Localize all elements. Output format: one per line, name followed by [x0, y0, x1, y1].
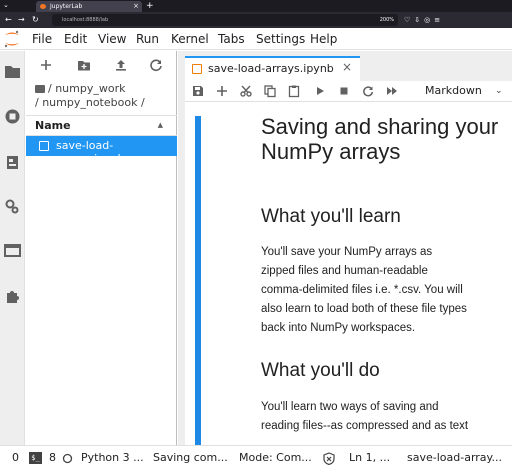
- chevron-down-icon[interactable]: ⌄: [495, 83, 503, 99]
- url-text: localhost:8888/lab: [62, 17, 109, 23]
- new-tab-button[interactable]: +: [146, 0, 154, 12]
- notebook-tab[interactable]: save-load-arrays.ipynb ×: [185, 56, 360, 81]
- home-folder-icon[interactable]: [35, 85, 45, 93]
- reload-icon[interactable]: ↻: [32, 14, 39, 26]
- notebook-toolbar: Markdown ⌄: [185, 81, 512, 102]
- breadcrumb-numpy-work[interactable]: / numpy_work: [48, 82, 125, 95]
- notebook-mode[interactable]: Mode: Com...: [239, 451, 312, 465]
- copy-icon[interactable]: [263, 84, 277, 98]
- cursor-position[interactable]: Ln 1, ...: [349, 451, 390, 465]
- paragraph-what-youll-learn: You'll save your NumPy arrays as zipped …: [261, 246, 467, 334]
- status-filename: save-load-array...: [407, 451, 502, 464]
- stop-icon[interactable]: [337, 84, 351, 98]
- close-icon[interactable]: ×: [342, 60, 352, 74]
- main-dock-area: save-load-arrays.ipynb × Markdown ⌄ Savi…: [178, 51, 512, 445]
- property-inspector-icon[interactable]: [3, 197, 22, 216]
- restart-kernel-icon[interactable]: [361, 84, 375, 98]
- tab-list-icon[interactable]: ⌄: [3, 1, 9, 9]
- breadcrumb: / numpy_work / numpy_notebook /: [35, 82, 175, 110]
- jupyter-logo-icon: [4, 30, 19, 48]
- file-list-header[interactable]: Name ▲: [26, 115, 177, 136]
- command-palette-icon[interactable]: [3, 153, 22, 172]
- menu-tabs[interactable]: Tabs: [218, 28, 245, 50]
- close-tab-icon[interactable]: ×: [133, 1, 139, 12]
- notebook-title: Saving and sharing your NumPy arrays: [261, 114, 499, 164]
- notebook-tab-icon: [192, 64, 202, 74]
- new-folder-icon[interactable]: [76, 57, 92, 73]
- notebook-cells: Saving and sharing your NumPy arrays Wha…: [185, 103, 512, 445]
- running-sessions-icon[interactable]: [3, 107, 22, 126]
- heading-what-youll-learn: What you'll learn: [261, 206, 401, 227]
- left-activity-bar: [0, 51, 25, 445]
- browser-tab-strip: ⌄ JupyterLab × +: [0, 0, 512, 12]
- breadcrumb-numpy-notebook[interactable]: / numpy_notebook /: [35, 96, 145, 109]
- menu-run[interactable]: Run: [136, 28, 159, 50]
- terminal-count[interactable]: 8: [49, 451, 56, 465]
- add-cell-icon[interactable]: [215, 84, 229, 98]
- active-cell-indicator[interactable]: [195, 116, 201, 445]
- kernel-name[interactable]: Python 3 ...: [81, 451, 144, 465]
- back-icon[interactable]: ←: [5, 14, 12, 26]
- zoom-level[interactable]: 200%: [380, 14, 394, 26]
- file-name: save-load-arrays.ipynb: [56, 139, 125, 165]
- run-icon[interactable]: [313, 84, 327, 98]
- cut-icon[interactable]: [239, 84, 253, 98]
- cell-type-select[interactable]: Markdown: [425, 83, 482, 99]
- save-status: Saving com...: [153, 451, 228, 464]
- kernel-count[interactable]: 0: [12, 451, 19, 465]
- file-list-item[interactable]: save-load-arrays.ipynb: [26, 136, 177, 165]
- kernel-status-icon: [62, 453, 73, 464]
- menu-edit[interactable]: Edit: [64, 28, 87, 50]
- name-column-header[interactable]: Name: [35, 119, 71, 132]
- browser-navbar: ← → ↻ localhost:8888/lab 200% ♡⇩◎≡: [0, 12, 512, 28]
- url-bar[interactable]: localhost:8888/lab 200%: [52, 14, 398, 26]
- trusted-shield-icon[interactable]: [323, 452, 335, 465]
- sort-ascending-icon: ▲: [157, 121, 163, 129]
- file-browser-toolbar: [26, 51, 177, 79]
- status-bar: 0 $_ 8 Python 3 ... Saving com... Mode: …: [0, 445, 512, 470]
- file-browser-panel: / numpy_work / numpy_notebook / Name ▲ s…: [26, 51, 177, 445]
- refresh-icon[interactable]: [148, 57, 164, 73]
- heading-what-youll-do: What you'll do: [261, 360, 380, 381]
- upload-icon[interactable]: [113, 57, 129, 73]
- jupyter-favicon-icon: [40, 4, 46, 9]
- browser-tab[interactable]: JupyterLab ×: [36, 1, 142, 12]
- notebook-panel: Markdown ⌄ Saving and sharing your NumPy…: [185, 81, 512, 445]
- menu-bar: File Edit View Run Kernel Tabs Settings …: [0, 28, 512, 50]
- menu-view[interactable]: View: [98, 28, 126, 50]
- tabs-panel-icon[interactable]: [3, 241, 22, 260]
- paragraph-what-youll-do: You'll learn two ways of saving and read…: [261, 401, 469, 432]
- paste-icon[interactable]: [287, 84, 301, 98]
- restart-run-all-icon[interactable]: [385, 84, 399, 98]
- browser-tab-title: JupyterLab: [50, 3, 83, 10]
- extension-manager-icon[interactable]: [3, 287, 22, 306]
- folder-icon[interactable]: [3, 62, 22, 81]
- notebook-tab-label: save-load-arrays.ipynb: [208, 62, 334, 75]
- notebook-file-icon: [39, 141, 49, 151]
- forward-icon[interactable]: →: [18, 14, 25, 26]
- new-launcher-icon[interactable]: [38, 57, 54, 73]
- browser-toolbar-icons[interactable]: ♡⇩◎≡: [404, 14, 444, 26]
- terminal-icon: $_: [29, 452, 42, 464]
- save-icon[interactable]: [191, 84, 205, 98]
- menu-help[interactable]: Help: [310, 28, 337, 50]
- menu-kernel[interactable]: Kernel: [171, 28, 209, 50]
- menu-settings[interactable]: Settings: [256, 28, 305, 50]
- menu-file[interactable]: File: [32, 28, 52, 50]
